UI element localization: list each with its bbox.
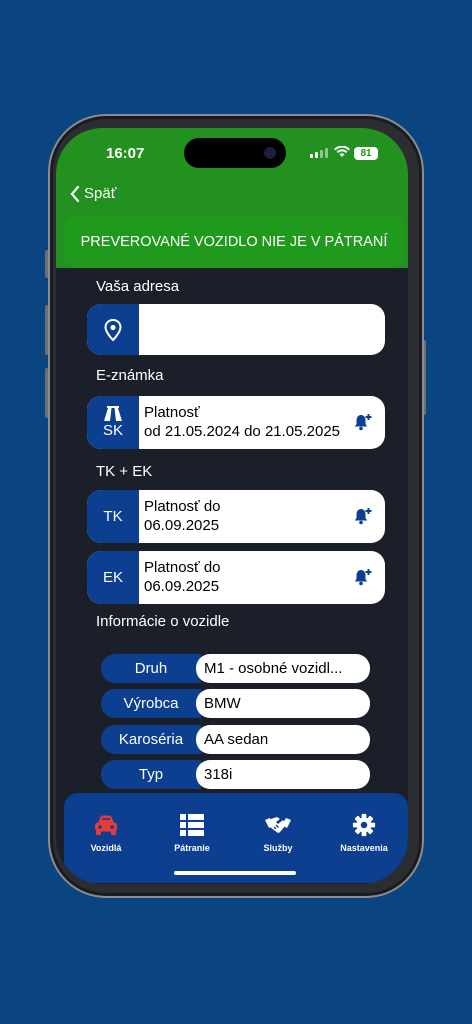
dynamic-island xyxy=(184,138,286,168)
eznamka-text: Platnosť od 21.05.2024 do 21.05.2025 xyxy=(144,403,349,441)
header: 16:07 81 Späť PREVEROVANÉ VOZIDLO NIE JE… xyxy=(56,128,408,268)
tk-text: Platnosť do 06.09.2025 xyxy=(144,497,349,535)
ek-line2: 06.09.2025 xyxy=(144,578,220,595)
tkek-label: TK + EK xyxy=(96,463,153,480)
info-value: AA sedan xyxy=(196,725,370,754)
tab-label: Služby xyxy=(263,843,293,853)
ek-line1: Platnosť do xyxy=(144,559,221,576)
tab-label: Vozidlá xyxy=(90,843,122,853)
location-pin-icon xyxy=(104,318,122,341)
bell-plus-icon[interactable] xyxy=(353,412,373,432)
highway-icon xyxy=(104,406,122,421)
handshake-icon xyxy=(265,817,291,833)
ek-tag: EK xyxy=(87,551,139,604)
battery-icon: 81 xyxy=(354,147,378,160)
ek-text: Platnosť do 06.09.2025 xyxy=(144,558,349,596)
tk-card[interactable]: TK Platnosť do 06.09.2025 xyxy=(87,490,385,543)
list-icon xyxy=(180,814,204,836)
eznamka-card[interactable]: SK Platnosť od 21.05.2024 do 21.05.2025 xyxy=(87,396,385,449)
home-indicator[interactable] xyxy=(174,871,296,875)
address-label: Vaša adresa xyxy=(96,278,180,295)
eznamka-line2: od 21.05.2024 do 21.05.2025 xyxy=(144,423,341,440)
tab-sluzby[interactable]: Služby xyxy=(243,813,313,853)
info-key: Druh xyxy=(101,654,201,683)
chevron-left-icon xyxy=(70,185,80,202)
info-key: Typ xyxy=(101,760,201,789)
eznamka-country: SK xyxy=(102,422,123,439)
eznamka-tag: SK xyxy=(87,396,139,449)
tk-line1: Platnosť do xyxy=(144,498,221,515)
eznamka-line1: Platnosť xyxy=(144,404,200,421)
info-label: Informácie o vozidle xyxy=(96,613,230,630)
tab-bar: Vozidlá Pátranie Služby Nastavenia xyxy=(64,793,408,883)
address-tag xyxy=(87,304,139,355)
bell-plus-icon[interactable] xyxy=(353,506,373,526)
info-row: Typ 318i xyxy=(101,760,370,789)
info-value: 318i xyxy=(196,760,370,789)
wifi-icon xyxy=(334,145,350,161)
back-button[interactable]: Späť xyxy=(70,185,116,202)
info-value: BMW xyxy=(196,689,370,718)
car-icon xyxy=(95,815,117,835)
tab-vozidla[interactable]: Vozidlá xyxy=(71,813,141,853)
info-row: Druh M1 - osobné vozidl... xyxy=(101,654,370,683)
tab-label: Pátranie xyxy=(174,843,210,853)
tab-label: Nastavenia xyxy=(340,843,388,853)
status-time: 16:07 xyxy=(106,145,145,162)
camera-icon xyxy=(264,147,276,159)
ek-card[interactable]: EK Platnosť do 06.09.2025 xyxy=(87,551,385,604)
signal-icon xyxy=(310,148,328,158)
tab-patranie[interactable]: Pátranie xyxy=(157,813,227,853)
tab-nastavenia[interactable]: Nastavenia xyxy=(329,813,399,853)
info-key: Karoséria xyxy=(101,725,201,754)
status-banner: PREVEROVANÉ VOZIDLO NIE JE V PÁTRANÍ xyxy=(64,216,404,267)
eznamka-label: E-známka xyxy=(96,367,164,384)
tk-line2: 06.09.2025 xyxy=(144,517,220,534)
bell-plus-icon[interactable] xyxy=(353,567,373,587)
info-row: Výrobca BMW xyxy=(101,689,370,718)
gear-icon xyxy=(352,813,376,837)
info-value: M1 - osobné vozidl... xyxy=(196,654,370,683)
info-key: Výrobca xyxy=(101,689,201,718)
address-field[interactable] xyxy=(87,304,385,355)
phone-screen: 16:07 81 Späť PREVEROVANÉ VOZIDLO NIE JE… xyxy=(56,128,408,884)
info-row: Karoséria AA sedan xyxy=(101,725,370,754)
tk-tag: TK xyxy=(87,490,139,543)
back-label: Späť xyxy=(84,185,117,202)
